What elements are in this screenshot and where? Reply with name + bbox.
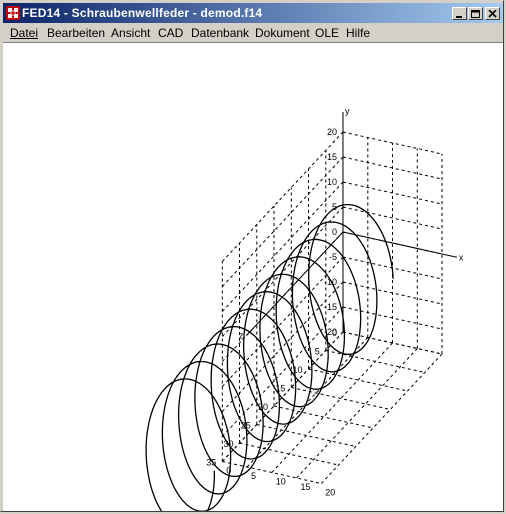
minimize-icon — [456, 16, 462, 18]
window-title: FED14 - Schraubenwellfeder - demod.f14 — [22, 6, 263, 20]
grid-line — [320, 353, 443, 484]
y-axis-label: y — [345, 106, 350, 116]
vertical-tick-label: 5 — [332, 202, 337, 212]
menu-dokument-label: Dokument — [255, 26, 310, 40]
title-bar[interactable]: FED14 - Schraubenwellfeder - demod.f14 — [3, 3, 503, 23]
axes — [246, 112, 458, 336]
spring-3d-plot: 20151050-5-10-15-20051015200510152025303… — [145, 106, 464, 511]
menu-bar: Datei Bearbeiten Ansicht CAD Datenbank D… — [3, 23, 503, 42]
menu-ole-label: OLE — [315, 26, 340, 40]
maximize-button[interactable] — [468, 7, 483, 20]
plot-area: 20 15 10 5 0 -5 -10 -15 -20 0 5 10 15 20 0 5 10 15 20 25 30 3… — [3, 42, 503, 511]
tick-labels: 20151050-5-10-15-20051015200510152025303… — [206, 106, 464, 498]
menu-datei[interactable]: Datei — [10, 26, 38, 40]
menu-hilfe-label: Hilfe — [346, 26, 371, 40]
x-tick-label: 10 — [276, 477, 286, 487]
menu-cad[interactable]: CAD — [158, 26, 183, 40]
depth-tick-label: 35 — [206, 458, 216, 468]
depth-tick-label: 25 — [241, 421, 251, 431]
depth-tick-label: 5 — [315, 347, 320, 357]
menu-cad-label: CAD — [158, 26, 184, 40]
grid-line — [296, 348, 418, 479]
menu-ansicht[interactable]: Ansicht — [111, 26, 150, 40]
x-axis-label: x — [459, 252, 464, 262]
x-tick-label: 0 — [226, 466, 231, 476]
grid-line — [291, 387, 391, 410]
vertical-tick-label: 0 — [332, 227, 337, 237]
minimize-button[interactable] — [452, 7, 467, 20]
menu-bearbeiten-label: Bearbeiten — [47, 26, 106, 40]
depth-tick-label: 15 — [275, 384, 285, 394]
app-window: FED14 - Schraubenwellfeder - demod.f14 D… — [0, 0, 504, 512]
menu-dokument[interactable]: Dokument — [255, 26, 310, 40]
x-axis — [342, 231, 458, 258]
menu-datenbank[interactable]: Datenbank — [191, 26, 249, 40]
spring-helix — [145, 203, 394, 511]
menu-ansicht-label: Ansicht — [111, 26, 151, 40]
x-tick-label: 20 — [325, 488, 335, 498]
depth-tick-label: 20 — [258, 402, 268, 412]
x-tick-label: 15 — [301, 482, 311, 492]
grid-line — [221, 156, 344, 287]
vertical-tick-label: -15 — [324, 302, 337, 312]
depth-tick-label: 30 — [223, 439, 233, 449]
x-tick-label: 5 — [251, 471, 256, 481]
fed14-app-icon — [6, 6, 20, 20]
vertical-tick-label: -5 — [329, 252, 337, 262]
vertical-tick-label: 20 — [327, 127, 337, 137]
spring-coil — [145, 203, 394, 511]
vertical-tick-label: -10 — [324, 277, 337, 287]
vertical-tick-label: 15 — [327, 152, 337, 162]
menu-ole[interactable]: OLE — [315, 26, 339, 40]
menu-bearbeiten[interactable]: Bearbeiten — [47, 26, 105, 40]
grid-line — [222, 461, 322, 484]
z-axis-label: z — [239, 331, 244, 341]
grid-line — [221, 181, 344, 312]
depth-tick-label: 10 — [292, 365, 302, 375]
close-button[interactable] — [485, 7, 500, 20]
maximize-icon — [471, 10, 480, 18]
menu-datenbank-label: Datenbank — [191, 26, 250, 40]
vertical-tick-label: 10 — [327, 177, 337, 187]
menu-datei-label: Datei — [10, 26, 39, 40]
close-icon — [488, 10, 497, 18]
menu-hilfe[interactable]: Hilfe — [346, 26, 370, 40]
depth-tick-label: 0 — [332, 328, 337, 338]
grid-line — [271, 342, 393, 473]
